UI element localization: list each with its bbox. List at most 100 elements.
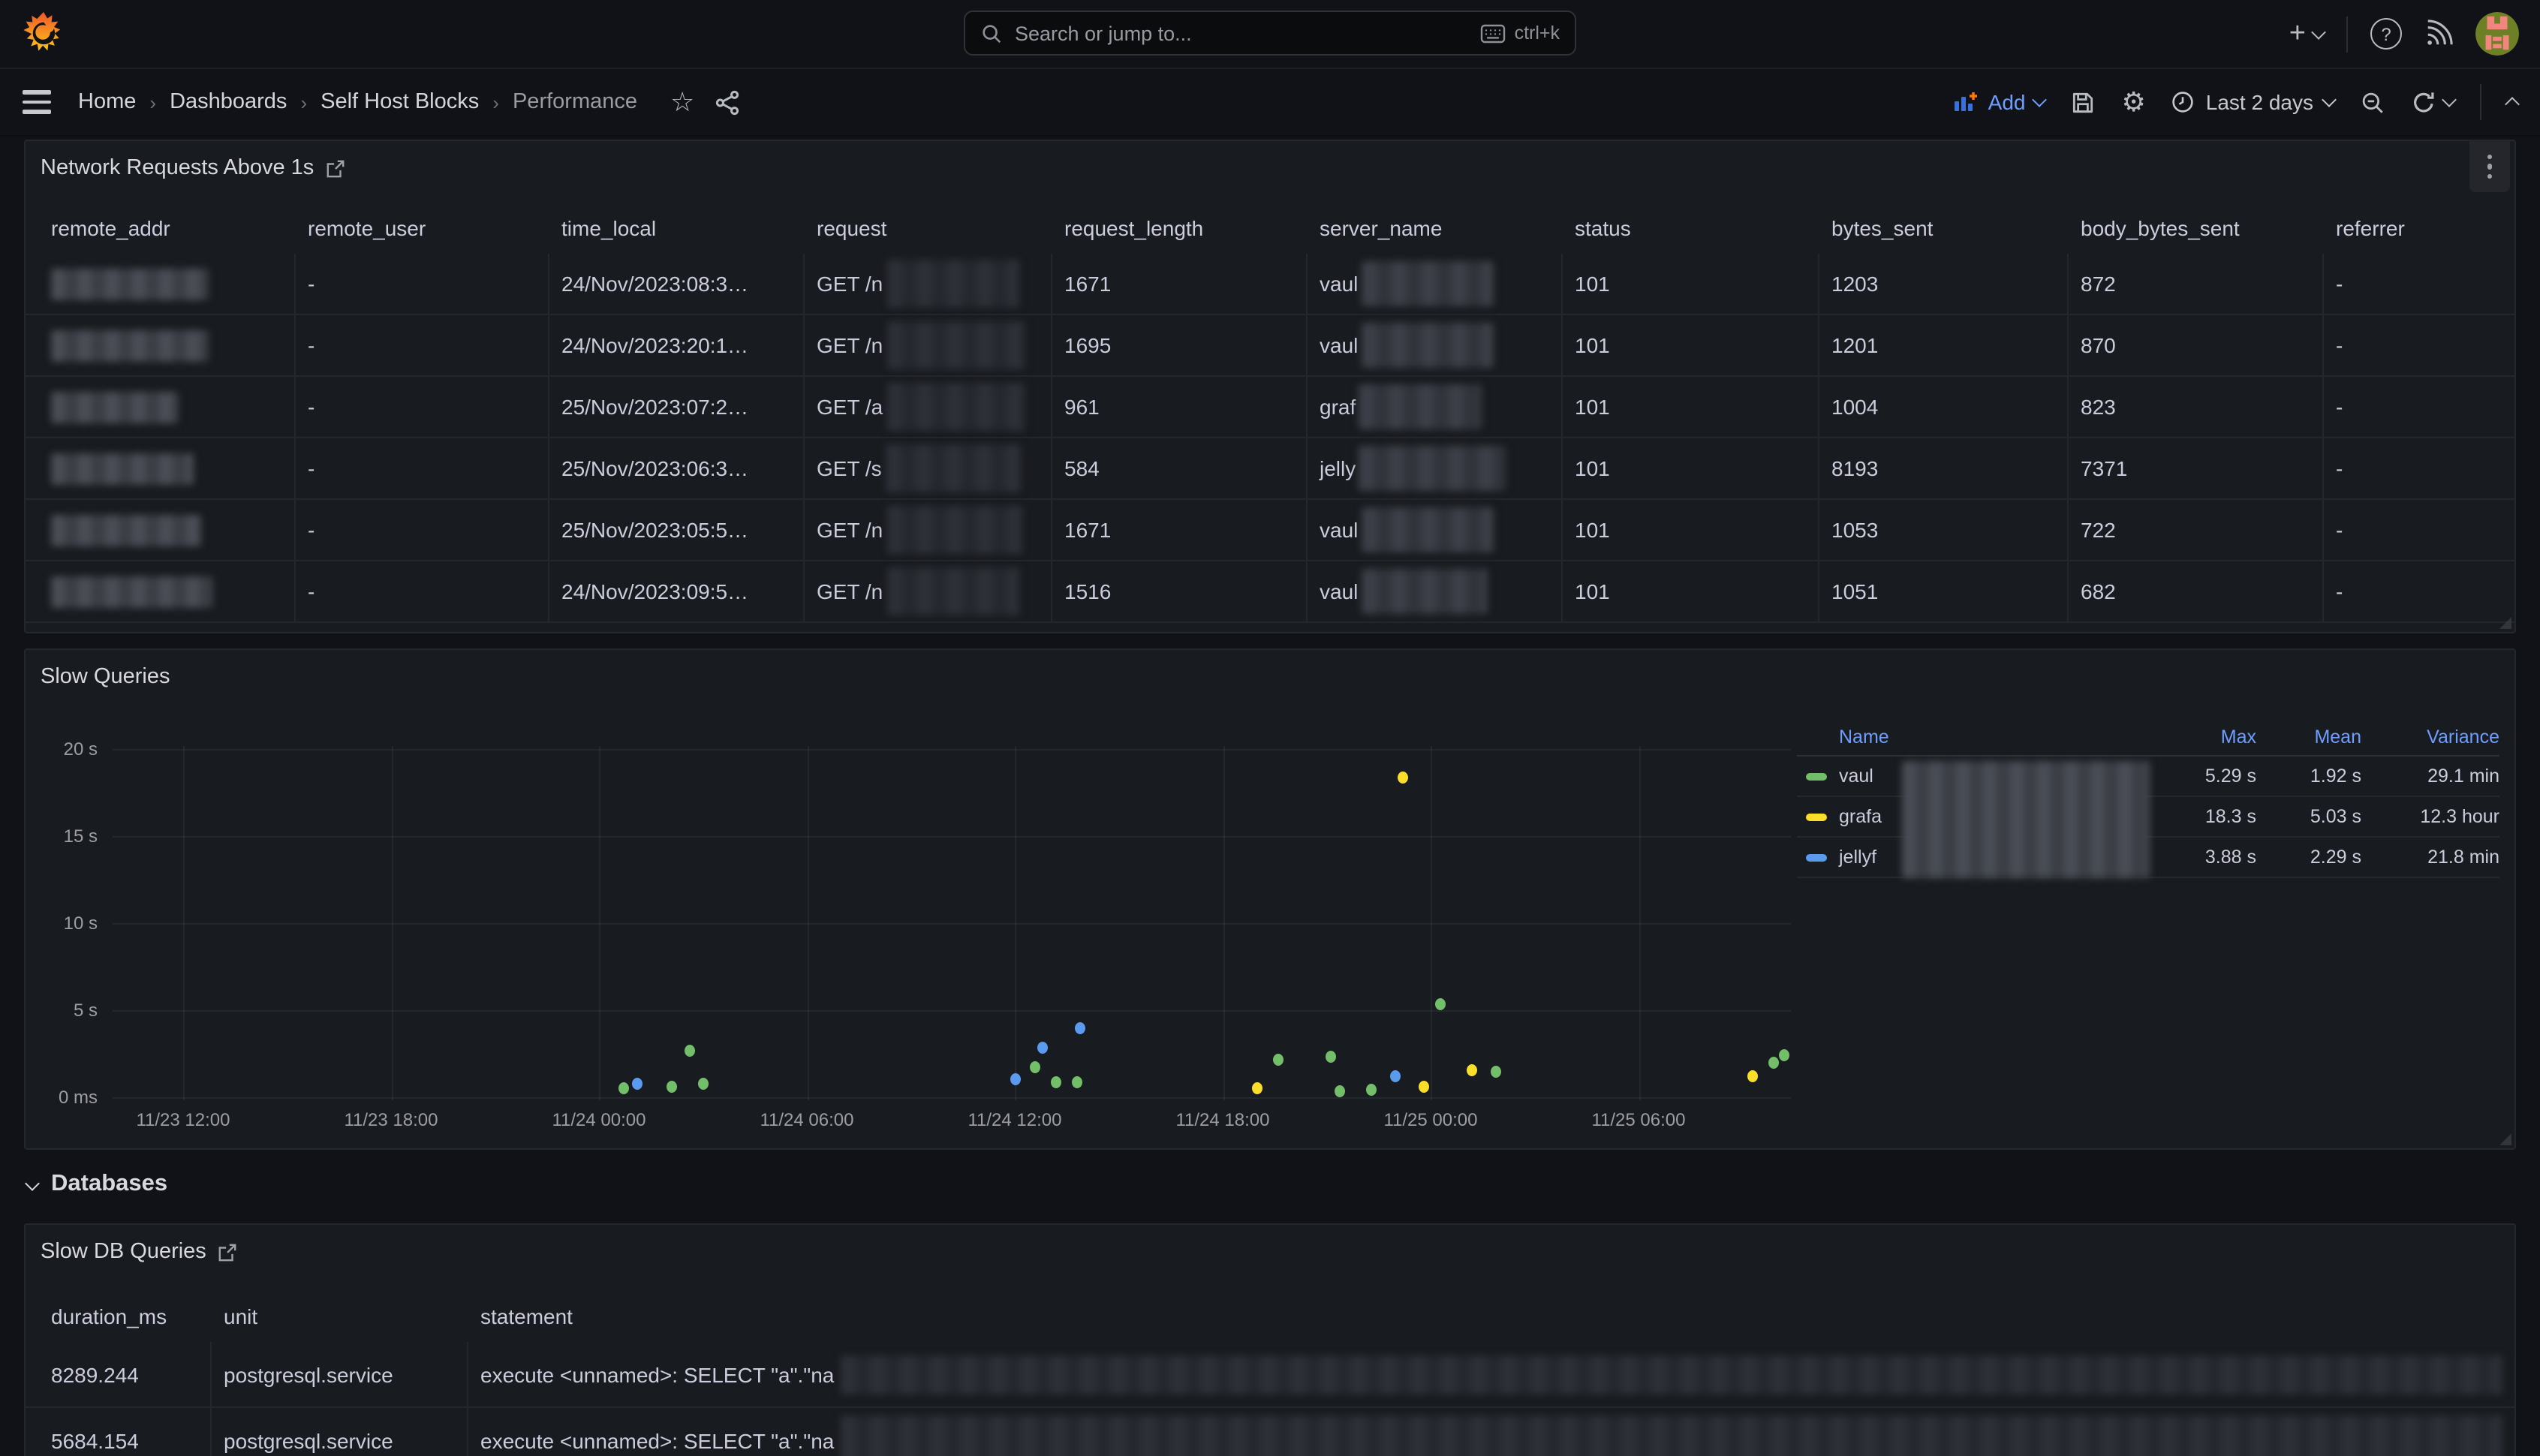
scatter-point[interactable] — [1252, 1081, 1262, 1094]
table-row: -24/Nov/2023:09:5…GET /n1516vaul10110516… — [26, 561, 2514, 623]
scatter-point[interactable] — [1467, 1064, 1477, 1076]
save-dashboard-button[interactable] — [2071, 89, 2096, 115]
scatter-point[interactable] — [1419, 1081, 1429, 1093]
table-cell: postgresql.service — [212, 1342, 468, 1406]
panel-title[interactable]: Network Requests Above 1s — [41, 156, 314, 180]
share-icon[interactable] — [714, 89, 739, 115]
scatter-point[interactable] — [632, 1078, 643, 1090]
help-button[interactable]: ? — [2370, 18, 2402, 50]
table-cell: - — [2324, 315, 2514, 375]
column-header[interactable]: request — [805, 201, 1052, 254]
table-row: 8289.244postgresql.serviceexecute <unnam… — [26, 1342, 2514, 1408]
h-gridline — [113, 922, 1791, 924]
panel-menu-button[interactable] — [2469, 141, 2510, 192]
refresh-button[interactable] — [2411, 89, 2454, 115]
legend-header-max[interactable]: Max — [2151, 726, 2256, 748]
table-cell: 1203 — [1819, 254, 2069, 314]
panel-resize-handle[interactable] — [2499, 1133, 2511, 1145]
column-header[interactable]: status — [1563, 201, 1819, 254]
plus-icon: + — [2289, 17, 2306, 50]
external-link-icon[interactable] — [326, 158, 345, 178]
column-header[interactable]: remote_user — [296, 201, 549, 254]
legend-header-name[interactable]: Name — [1797, 726, 2151, 748]
scatter-point[interactable] — [1072, 1075, 1082, 1087]
column-header[interactable]: body_bytes_sent — [2069, 201, 2324, 254]
scatter-point[interactable] — [1491, 1066, 1502, 1078]
scatter-point[interactable] — [1076, 1023, 1086, 1035]
table-cell: 25/Nov/2023:06:3… — [549, 438, 805, 498]
favorite-star-icon[interactable]: ☆ — [670, 89, 694, 116]
column-header[interactable]: request_length — [1052, 201, 1308, 254]
scatter-point[interactable] — [1335, 1085, 1346, 1097]
add-panel-button[interactable]: Add — [1954, 90, 2045, 114]
table-cell: GET /a — [805, 377, 1052, 437]
scatter-point[interactable] — [1436, 998, 1446, 1010]
column-header[interactable]: statement — [468, 1291, 2514, 1342]
scatter-point[interactable] — [1037, 1042, 1048, 1054]
y-axis-tick-label: 5 s — [26, 999, 98, 1020]
news-button[interactable] — [2424, 20, 2453, 48]
collapse-toolbar-button[interactable] — [2507, 95, 2517, 110]
scatter-point[interactable] — [1779, 1048, 1789, 1060]
redacted-region — [887, 567, 1019, 615]
grafana-logo-icon[interactable] — [23, 12, 65, 57]
column-header[interactable]: duration_ms — [26, 1291, 212, 1342]
table-cell: 1201 — [1819, 315, 2069, 375]
user-avatar[interactable] — [2475, 12, 2519, 56]
scatter-point[interactable] — [1273, 1054, 1284, 1066]
redacted-region — [887, 321, 1025, 369]
scatter-point[interactable] — [1398, 772, 1408, 784]
breadcrumb-separator: › — [492, 91, 499, 113]
redacted-region — [1361, 323, 1493, 368]
network-requests-panel: Network Requests Above 1s remote_addrrem… — [24, 140, 2516, 633]
scatter-point[interactable] — [1325, 1051, 1335, 1063]
slow-db-table-body: 8289.244postgresql.serviceexecute <unnam… — [26, 1342, 2514, 1456]
table-cell: 25/Nov/2023:05:5… — [549, 500, 805, 560]
time-range-picker[interactable]: Last 2 days — [2171, 90, 2334, 114]
scatter-point[interactable] — [1768, 1057, 1779, 1069]
table-cell: - — [2324, 438, 2514, 498]
table-row: -25/Nov/2023:05:5…GET /n1671vaul10110537… — [26, 500, 2514, 561]
legend-mean: 5.03 s — [2256, 806, 2361, 827]
legend-variance: 21.8 min — [2361, 847, 2499, 868]
column-header[interactable]: server_name — [1308, 201, 1563, 254]
redacted-region — [51, 576, 213, 607]
table-cell: - — [296, 254, 549, 314]
scatter-point[interactable] — [1010, 1073, 1020, 1085]
panel-title[interactable]: Slow DB Queries — [41, 1240, 206, 1264]
new-button[interactable]: + — [2289, 17, 2324, 50]
scatter-point[interactable] — [1367, 1084, 1377, 1097]
menu-toggle-icon[interactable] — [23, 91, 51, 114]
legend-header-mean[interactable]: Mean — [2256, 726, 2361, 748]
legend-header-variance[interactable]: Variance — [2361, 726, 2499, 748]
table-cell: - — [2324, 254, 2514, 314]
x-axis-tick-label: 11/23 18:00 — [324, 1109, 459, 1130]
dashboard-settings-button[interactable]: ⚙ — [2122, 89, 2146, 116]
breadcrumb-self-host-blocks[interactable]: Self Host Blocks — [321, 90, 479, 114]
scatter-point[interactable] — [698, 1078, 709, 1090]
column-header[interactable]: referrer — [2324, 201, 2514, 254]
scatter-point[interactable] — [684, 1045, 694, 1057]
table-cell: 584 — [1052, 438, 1308, 498]
search-placeholder: Search or jump to... — [1015, 22, 1468, 44]
external-link-icon[interactable] — [218, 1242, 238, 1262]
table-cell: postgresql.service — [212, 1408, 468, 1456]
scatter-point[interactable] — [1747, 1069, 1758, 1081]
panel-resize-handle[interactable] — [2499, 617, 2511, 629]
scatter-point[interactable] — [667, 1081, 677, 1093]
breadcrumb-dashboards[interactable]: Dashboards — [170, 90, 287, 114]
column-header[interactable]: remote_addr — [26, 201, 296, 254]
search-input[interactable]: Search or jump to... ctrl+k — [964, 11, 1576, 56]
breadcrumb-home[interactable]: Home — [78, 90, 136, 114]
scatter-point[interactable] — [618, 1083, 628, 1095]
table-cell — [26, 377, 296, 437]
databases-section-toggle[interactable]: Databases — [27, 1171, 167, 1198]
scatter-point[interactable] — [1051, 1075, 1061, 1087]
column-header[interactable]: bytes_sent — [1819, 201, 2069, 254]
scatter-point[interactable] — [1391, 1069, 1401, 1081]
scatter-point[interactable] — [1031, 1062, 1041, 1074]
column-header[interactable]: unit — [212, 1291, 468, 1342]
redacted-region — [51, 514, 201, 546]
column-header[interactable]: time_local — [549, 201, 805, 254]
zoom-out-button[interactable] — [2360, 89, 2385, 115]
